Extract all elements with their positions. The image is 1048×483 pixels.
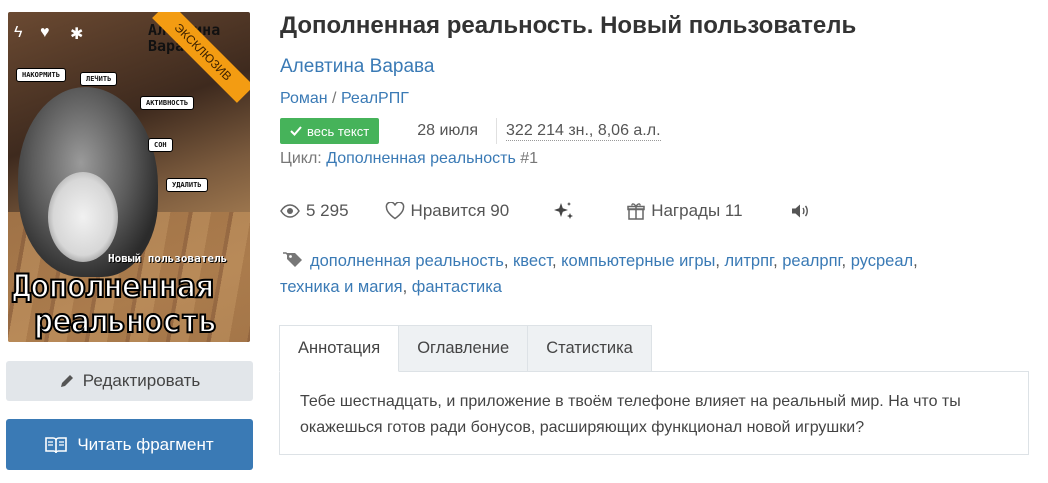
- awards-count: Награды 11: [651, 201, 743, 220]
- cycle-label: Цикл:: [280, 150, 322, 167]
- cover-subtitle: Новый пользователь: [108, 252, 228, 265]
- read-fragment-label: Читать фрагмент: [77, 434, 214, 454]
- edit-button-label: Редактировать: [82, 371, 201, 390]
- genres: Роман / РеалРПГ: [280, 90, 409, 108]
- gift-icon: [627, 203, 645, 220]
- genre-link[interactable]: РеалРПГ: [341, 90, 409, 107]
- divider: [496, 118, 498, 144]
- book-title: Дополненная реальность. Новый пользовате…: [280, 12, 857, 39]
- stats-row: 5 295 Нравится 90 Награды 11: [280, 198, 809, 224]
- sparkles-icon: [554, 202, 574, 219]
- book-icon: [45, 436, 68, 453]
- tag-link[interactable]: литрпг: [725, 252, 774, 270]
- genre-link[interactable]: Роман: [280, 90, 328, 107]
- cycle-link[interactable]: Дополненная реальность: [326, 150, 516, 167]
- cover-bubble: СОН: [148, 138, 173, 152]
- genre-separator: /: [327, 90, 341, 107]
- pencil-icon: [60, 375, 73, 387]
- star-icon: ✱: [70, 26, 84, 43]
- cover-bubble: ЛЕЧИТЬ: [80, 72, 118, 86]
- cover-bubble: НАКОРМИТЬ: [16, 68, 66, 82]
- meta-row: весь текст 28 июля 322 214 зн., 8,06 а.л…: [280, 118, 661, 144]
- cover-title-line2: реальность: [33, 301, 219, 341]
- edit-button[interactable]: Редактировать: [6, 361, 253, 401]
- heart-icon: ♥: [40, 24, 50, 41]
- tag-link[interactable]: реалрпг: [782, 252, 841, 270]
- cover-cat-belly: [48, 172, 118, 262]
- audio-button[interactable]: [791, 203, 809, 219]
- tag-link[interactable]: техника и магия: [280, 278, 403, 296]
- tab-statistics[interactable]: Статистика: [528, 325, 652, 372]
- speaker-icon: [791, 204, 808, 218]
- cover-bubble: УДАЛИТЬ: [166, 178, 208, 192]
- awards-button[interactable]: Награды 11: [627, 201, 743, 221]
- tag-link[interactable]: русреал: [851, 252, 913, 270]
- cover-title-line1: Дополненная: [11, 266, 215, 306]
- like-button[interactable]: Нравится 90: [385, 201, 510, 221]
- tags-list: дополненная реальность, квест, компьютер…: [280, 252, 918, 296]
- tag-link[interactable]: фантастика: [412, 278, 502, 296]
- full-text-badge-label: весь текст: [307, 123, 370, 139]
- author-link[interactable]: Алевтина Варава: [280, 56, 434, 78]
- check-icon: [290, 126, 302, 136]
- likes-count: Нравится 90: [410, 201, 510, 220]
- cover-bubble: АКТИВНОСТЬ: [140, 96, 195, 110]
- annotation-text: Тебе шестнадцать, и приложение в твоём т…: [300, 393, 961, 436]
- book-size: 322 214 зн., 8,06 а.л.: [506, 121, 661, 141]
- cycle-number: #1: [520, 150, 539, 167]
- full-text-badge: весь текст: [280, 118, 380, 144]
- tag-link[interactable]: дополненная реальность: [310, 252, 504, 270]
- tab-annotation[interactable]: Аннотация: [279, 325, 400, 372]
- tag-link[interactable]: квест: [513, 252, 552, 270]
- heart-outline-icon: [385, 202, 404, 220]
- read-fragment-button[interactable]: Читать фрагмент: [6, 419, 253, 470]
- tag-link[interactable]: компьютерные игры: [561, 252, 715, 270]
- bolt-icon: ϟ: [14, 24, 23, 41]
- publish-date: 28 июля: [417, 122, 479, 139]
- cycle-info: Цикл: Дополненная реальность #1: [280, 150, 538, 168]
- tags-icon: [283, 252, 302, 267]
- tab-contents[interactable]: Оглавление: [399, 325, 529, 372]
- sparkles-button[interactable]: [553, 201, 575, 221]
- annotation-panel: Тебе шестнадцать, и приложение в твоём т…: [279, 371, 1029, 455]
- views-count: 5 295: [306, 201, 349, 220]
- views-stat: 5 295: [280, 201, 349, 221]
- book-cover[interactable]: ϟ ♥ ✱ Алевтина Варава НАКОРМИТЬ ЛЕЧИТЬ А…: [8, 12, 250, 342]
- eye-icon: [280, 204, 300, 218]
- tab-bar: Аннотация Оглавление Статистика: [279, 325, 652, 372]
